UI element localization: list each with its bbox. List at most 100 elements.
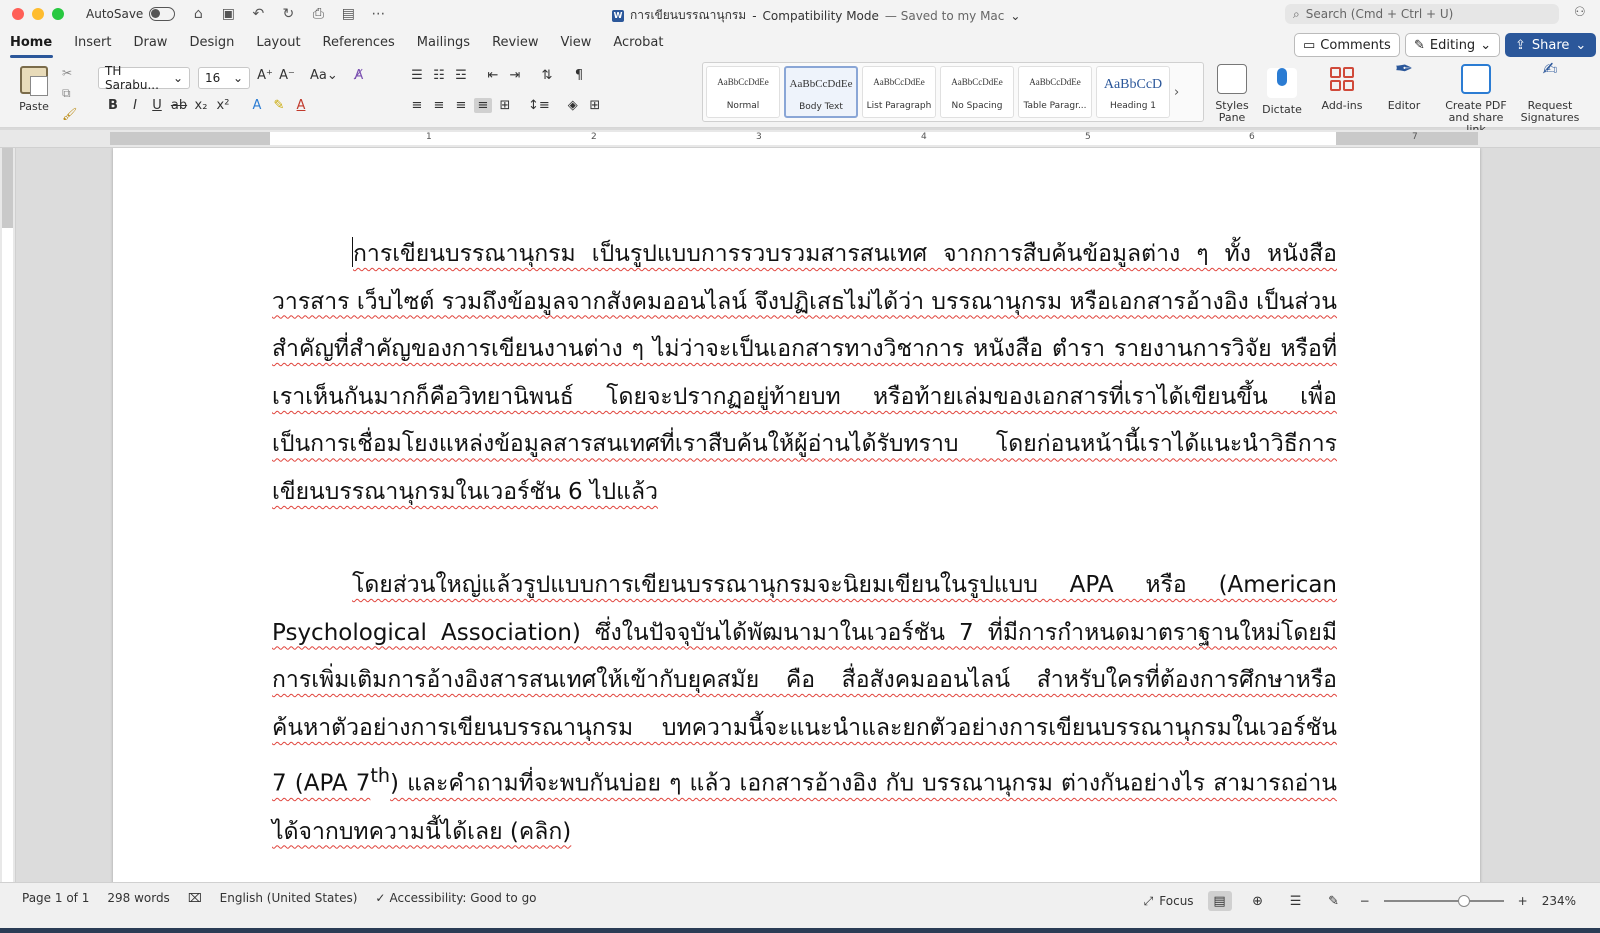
multilevel-list-icon[interactable]: ☲ (452, 68, 470, 83)
zoom-out-icon[interactable]: − (1360, 894, 1370, 908)
clear-formatting-icon[interactable]: A̸ (350, 68, 368, 83)
line-spacing-icon[interactable]: ↕≡ (528, 98, 550, 113)
document-title[interactable]: W การเขียนบรรณานุกรม - Compatibility Mod… (612, 6, 1020, 25)
zoom-in-icon[interactable]: + (1518, 894, 1528, 908)
close-window-button[interactable] (12, 8, 24, 20)
tab-home[interactable]: Home (10, 35, 63, 58)
editing-mode-button[interactable]: ✎ Editing ⌄ (1405, 33, 1501, 57)
shading-icon[interactable]: ◈ (564, 98, 582, 113)
clipboard-tools: ✂ ⧉ 🖌 (62, 66, 77, 121)
ruler-number: 7 (1412, 132, 1418, 142)
tab-layout[interactable]: Layout (245, 35, 311, 58)
focus-icon: ⤢ (1143, 893, 1154, 908)
tab-mailings[interactable]: Mailings (406, 35, 481, 58)
vertical-ruler[interactable] (0, 148, 16, 882)
shrink-font-icon[interactable]: A⁻ (278, 68, 296, 83)
increase-indent-icon[interactable]: ⇥ (506, 68, 524, 83)
paragraph-1[interactable]: การเขียนบรรณานุกรม เป็นรูปแบบการรวบรวมสา… (272, 231, 1337, 517)
autosave-toggle[interactable] (149, 7, 176, 21)
document-canvas[interactable]: การเขียนบรรณานุกรม เป็นรูปแบบการรวบรวมสา… (16, 148, 1600, 882)
underline-icon[interactable]: U (148, 98, 166, 113)
align-center-icon[interactable]: ≡ (430, 98, 448, 113)
font-name-select[interactable]: TH Sarabu... ⌄ (98, 64, 190, 92)
font-color-icon[interactable]: A (292, 98, 310, 113)
outline-view-icon[interactable]: ☰ (1284, 891, 1308, 911)
document-page[interactable]: การเขียนบรรณานุกรม เป็นรูปแบบการรวบรวมสา… (113, 148, 1480, 882)
style-normal[interactable]: AaBbCcDdEe Normal (706, 66, 780, 118)
draft-view-icon[interactable]: ✎ (1322, 891, 1346, 911)
editor-label: Editor (1387, 99, 1421, 112)
horizontal-ruler[interactable]: 1 2 3 4 5 6 7 (0, 130, 1600, 148)
language[interactable]: English (United States) (220, 891, 358, 905)
paste-button[interactable]: Paste (14, 66, 54, 113)
justify-icon[interactable]: ≡ (474, 98, 492, 113)
subscript-icon[interactable]: x₂ (192, 98, 210, 113)
zoom-window-button[interactable] (52, 8, 64, 20)
font-size-select[interactable]: 16 ⌄ (198, 67, 250, 89)
styles-pane-button[interactable]: Styles Pane (1212, 64, 1252, 124)
save-as-icon[interactable]: ▤ (339, 6, 357, 22)
style-no-spacing[interactable]: AaBbCcDdEe No Spacing (940, 66, 1014, 118)
distributed-icon[interactable]: ⊞ (496, 98, 514, 113)
tab-references[interactable]: References (312, 35, 406, 58)
chevron-right-icon[interactable]: › (1174, 85, 1179, 100)
comments-button[interactable]: ▭ Comments (1294, 33, 1400, 57)
redo-icon[interactable]: ↻ (279, 6, 297, 22)
zoom-slider-thumb[interactable] (1457, 895, 1470, 907)
web-layout-icon[interactable]: ⊕ (1246, 891, 1270, 911)
more-icon[interactable]: ⋯ (369, 6, 387, 22)
numbering-icon[interactable]: ☷ (430, 68, 448, 83)
style-table-paragraph[interactable]: AaBbCcDdEe Table Paragr... (1018, 66, 1092, 118)
tab-acrobat[interactable]: Acrobat (602, 35, 674, 58)
borders-icon[interactable]: ⊞ (586, 98, 604, 113)
decrease-indent-icon[interactable]: ⇤ (484, 68, 502, 83)
word-count[interactable]: 298 words (107, 891, 169, 905)
title-bar: AutoSave ⌂ ▣ ↶ ↻ ⎙ ▤ ⋯ W การเขียนบรรณานุ… (0, 0, 1600, 28)
print-layout-icon[interactable]: ▤ (1207, 891, 1232, 911)
zoom-level[interactable]: 234% (1542, 894, 1576, 908)
focus-button[interactable]: Focus (1159, 894, 1193, 908)
align-left-icon[interactable]: ≡ (408, 98, 426, 113)
paragraph-2[interactable]: โดยส่วนใหญ่แล้วรูปแบบการเขียนบรรณานุกรมจ… (272, 562, 1337, 856)
editor-button[interactable]: ✒ Editor (1382, 59, 1426, 112)
format-painter-icon[interactable]: 🖌 (62, 107, 77, 121)
share-button[interactable]: ⇪ Share ⌄ (1505, 33, 1597, 57)
show-marks-icon[interactable]: ¶ (570, 68, 588, 83)
change-case-icon[interactable]: Aa⌄ (310, 68, 338, 83)
account-icon[interactable]: ⚇ (1574, 5, 1590, 21)
tab-view[interactable]: View (549, 35, 602, 58)
highlight-icon[interactable]: ✎ (270, 98, 288, 113)
dictate-button[interactable]: Dictate (1260, 64, 1304, 116)
text-effects-icon[interactable]: A (248, 98, 266, 113)
tab-draw[interactable]: Draw (122, 35, 178, 58)
request-signatures-button[interactable]: ✍ Request Signatures (1518, 61, 1582, 124)
style-heading-1[interactable]: AaBbCcD Heading 1 (1096, 66, 1170, 118)
create-pdf-button[interactable]: Create PDF and share link (1440, 64, 1512, 136)
cut-icon[interactable]: ✂ (62, 66, 77, 80)
style-list-paragraph[interactable]: AaBbCcDdEe List Paragraph (862, 66, 936, 118)
addins-button[interactable]: Add-ins (1320, 64, 1364, 112)
print-icon[interactable]: ⎙ (309, 6, 327, 22)
align-right-icon[interactable]: ≡ (452, 98, 470, 113)
search-box[interactable]: ⌕ Search (Cmd + Ctrl + U) (1285, 4, 1559, 24)
undo-icon[interactable]: ↶ (249, 6, 267, 22)
page-count[interactable]: Page 1 of 1 (22, 891, 89, 905)
tab-design[interactable]: Design (178, 35, 245, 58)
strikethrough-icon[interactable]: ab (170, 98, 188, 113)
bold-icon[interactable]: B (104, 98, 122, 113)
sort-icon[interactable]: ⇅ (538, 68, 556, 83)
tab-insert[interactable]: Insert (63, 35, 122, 58)
save-icon[interactable]: ▣ (219, 6, 237, 22)
superscript-icon[interactable]: x² (214, 98, 232, 113)
grow-font-icon[interactable]: A⁺ (256, 68, 274, 83)
tab-review[interactable]: Review (481, 35, 549, 58)
copy-icon[interactable]: ⧉ (62, 86, 77, 101)
minimize-window-button[interactable] (32, 8, 44, 20)
style-body-text[interactable]: AaBbCcDdEe Body Text (784, 66, 858, 118)
home-icon[interactable]: ⌂ (189, 6, 207, 22)
bullets-icon[interactable]: ☰ (408, 68, 426, 83)
zoom-slider[interactable] (1383, 895, 1504, 907)
proofing-icon[interactable]: ⌧ (188, 891, 202, 905)
italic-icon[interactable]: I (126, 98, 144, 113)
accessibility-status[interactable]: Accessibility: Good to go (389, 891, 536, 905)
